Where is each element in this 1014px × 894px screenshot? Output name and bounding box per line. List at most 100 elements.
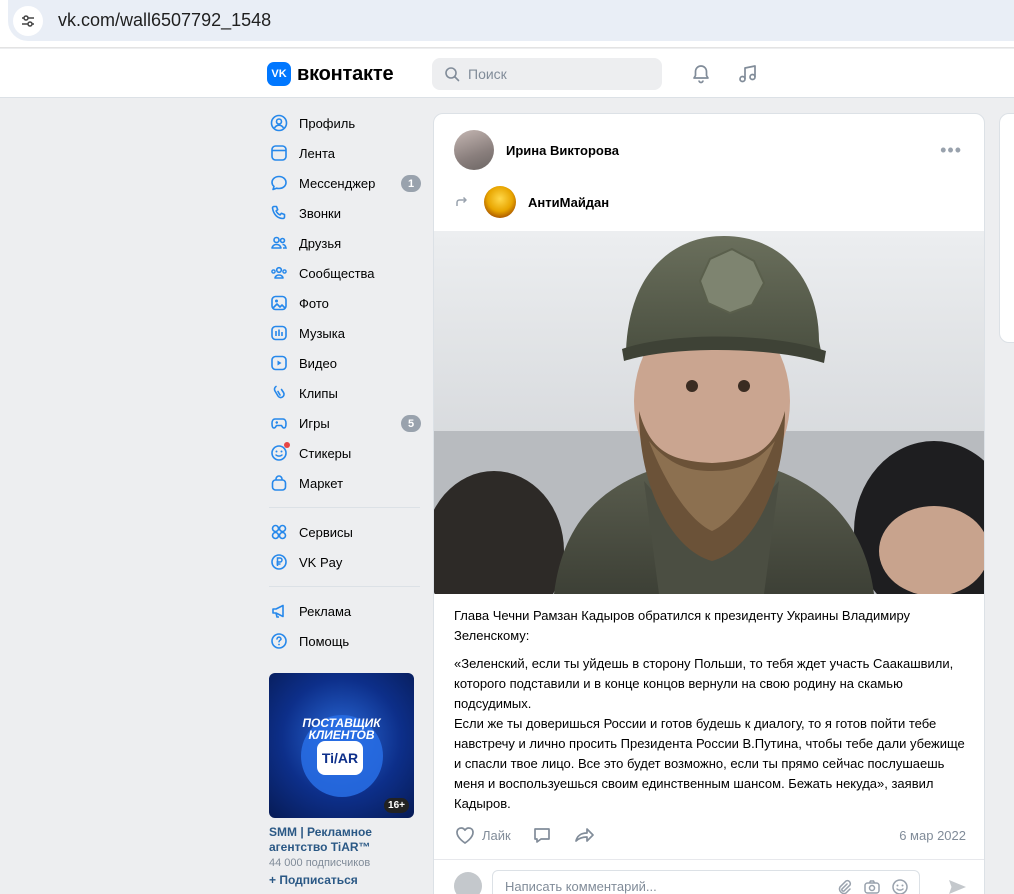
sidebar-item-label: Сообщества [299,265,375,281]
bell-icon[interactable] [690,63,712,85]
sidebar-item-label: Видео [299,355,337,371]
repost-source[interactable]: АнтиМайдан [454,186,609,218]
search-input[interactable]: Поиск [432,58,662,90]
sidebar-item-label: Друзья [299,235,342,251]
sidebar-divider [269,586,420,587]
sidebar-item-messenger[interactable]: Мессенджер 1 [262,168,427,198]
sidebar-item-label: Мессенджер [299,175,376,191]
age-rating-badge: 16+ [384,798,409,813]
comment-input[interactable]: Написать комментарий... [492,870,920,894]
music-note-icon[interactable] [737,63,759,85]
sidebar-item-feed[interactable]: Лента [262,138,427,168]
sidebar-item-label: Реклама [299,603,352,619]
sidebar-item-games[interactable]: Игры 5 [262,408,427,438]
communities-icon [269,263,289,283]
post-photo-image [434,231,984,594]
sidebar-item-label: Звонки [299,205,341,221]
music-icon [269,323,289,343]
author-name[interactable]: Ирина Викторова [506,143,619,158]
vk-header: VK вконтакте Поиск [0,49,1014,98]
sidebar-ad[interactable]: ПОСТАВЩИК КЛИЕНТОВ Ti/AR 16+ SMM | Рекла… [269,673,414,887]
url-text[interactable]: vk.com/wall6507792_1548 [58,10,271,31]
browser-toolbar: vk.com/wall6507792_1548 [0,0,1014,48]
unread-count-badge: 1 [401,175,421,192]
more-options-icon[interactable]: ••• [940,140,962,161]
my-avatar [454,872,482,894]
post-text: Глава Чечни Рамзан Кадыров обратился к п… [454,606,974,814]
post-actions: Лайк 6 мар 2022 [454,822,966,848]
site-settings-icon[interactable] [13,5,43,36]
gamepad-icon [269,413,289,433]
sidebar-item-clips[interactable]: Клипы [262,378,427,408]
comment-attachments [835,878,909,894]
sidebar-item-label: Маркет [299,475,344,491]
sidebar-item-help[interactable]: Помощь [262,626,427,656]
sidebar-item-label: Лента [299,145,335,161]
phone-icon [269,203,289,223]
sidebar-item-profile[interactable]: Профиль [262,108,427,138]
services-grid-icon [269,522,289,542]
sidebar-item-friends[interactable]: Друзья [262,228,427,258]
search-icon [445,67,460,82]
camera-icon[interactable] [863,878,881,894]
friends-icon [269,233,289,253]
sidebar-item-communities[interactable]: Сообщества [262,258,427,288]
sidebar-item-label: Клипы [299,385,338,401]
megaphone-icon [269,601,289,621]
sidebar-item-services[interactable]: Сервисы [262,517,427,547]
post-text-intro: Глава Чечни Рамзан Кадыров обратился к п… [454,608,911,643]
new-dot-indicator [284,442,290,448]
sidebar-item-label: Музыка [299,325,345,341]
emoji-icon[interactable] [891,878,909,894]
comment-button[interactable] [531,825,553,845]
post-date[interactable]: 6 мар 2022 [899,828,966,843]
ad-image-title: ПОСТАВЩИК КЛИЕНТОВ [302,716,381,742]
vk-logo-icon: VK [267,62,291,86]
group-name[interactable]: АнтиМайдан [528,195,609,210]
like-button[interactable]: Лайк [454,825,511,845]
sidebar-item-calls[interactable]: Звонки [262,198,427,228]
sidebar-item-photos[interactable]: Фото [262,288,427,318]
vk-logo[interactable]: VK вконтакте [267,62,394,86]
post-text-quote: «Зеленский, если ты уйдешь в сторону Пол… [454,654,974,814]
share-button[interactable] [573,825,595,845]
sidebar-item-label: Фото [299,295,329,311]
ad-image[interactable]: ПОСТАВЩИК КЛИЕНТОВ Ti/AR 16+ [269,673,414,818]
clips-icon [269,383,289,403]
group-avatar[interactable] [484,186,516,218]
send-icon[interactable] [946,876,968,894]
sidebar-item-label: Игры [299,415,330,431]
like-label: Лайк [482,827,511,843]
sidebar-item-label: Стикеры [299,445,352,461]
post-text-quote-part-1: «Зеленский, если ты уйдешь в сторону Пол… [454,656,954,711]
vk-logo-text: вконтакте [297,62,394,85]
ad-brand-bubble: Ti/AR [317,741,363,775]
user-circle-icon [269,113,289,133]
left-sidebar: Профиль Лента Мессенджер 1 Звонки Друзья… [262,108,427,656]
comment-placeholder: Написать комментарий... [505,878,657,894]
sidebar-item-video[interactable]: Видео [262,348,427,378]
sidebar-item-vkpay[interactable]: VK Pay [262,547,427,577]
chat-bubble-icon [269,173,289,193]
author-avatar[interactable] [454,130,494,170]
subscribe-button[interactable]: + Подписаться [269,873,414,887]
sidebar-item-music[interactable]: Музыка [262,318,427,348]
help-icon [269,631,289,651]
ruble-icon [269,552,289,572]
search-placeholder: Поиск [468,66,507,82]
ad-name-link[interactable]: SMM | Рекламное агентство TiAR™ [269,825,414,855]
address-bar[interactable]: vk.com/wall6507792_1548 [8,0,1014,41]
sticker-icon [269,442,290,463]
sidebar-item-market[interactable]: Маркет [262,468,427,498]
post-photo[interactable] [434,231,984,594]
sidebar-item-ads[interactable]: Реклама [262,596,427,626]
repost-arrow-icon [456,196,467,206]
post-author[interactable]: Ирина Викторова [454,130,619,170]
sidebar-item-stickers[interactable]: Стикеры [262,438,427,468]
right-panel-edge [999,113,1014,343]
sidebar-item-label: VK Pay [299,554,343,570]
feed-icon [269,143,289,163]
market-bag-icon [269,473,289,493]
games-count-badge: 5 [401,415,421,432]
paperclip-icon[interactable] [835,878,853,894]
